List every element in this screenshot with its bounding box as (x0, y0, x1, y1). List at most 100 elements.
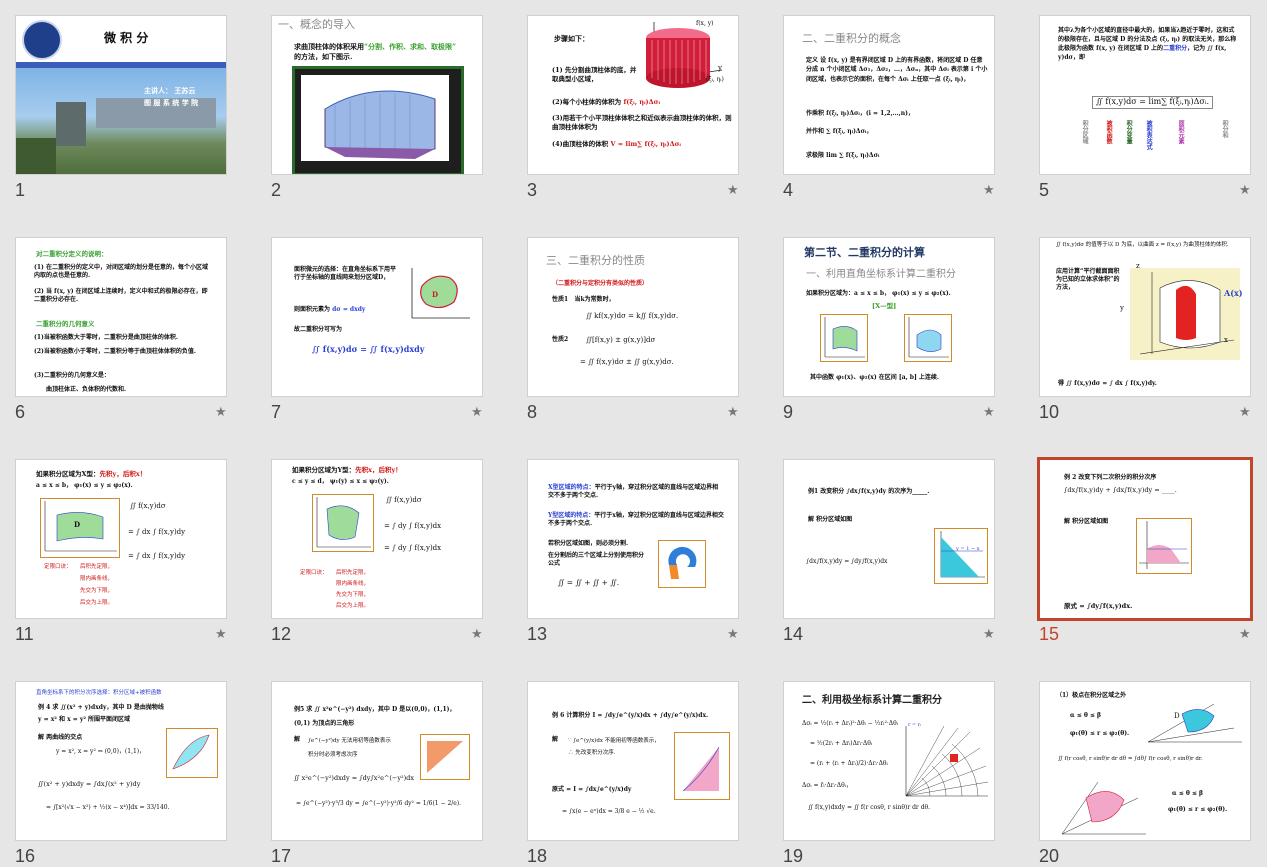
slide-number-4: 4 (783, 180, 794, 200)
slide-thumbnail-1[interactable]: 微 积 分 主讲人： 王苏云 图 服 系 统 学 院 (15, 15, 227, 175)
animation-star-icon[interactable]: ★ (471, 627, 483, 642)
animation-star-icon[interactable]: ★ (215, 627, 227, 642)
formula-2: = ∫e^(−y²)·y³/3 dy = ∫e^(−y²)·y²/6 dy² =… (296, 800, 462, 807)
note-1: (1) 在二重积分的定义中，对闭区域的划分是任意的，每个小区域内取的点也是任意的… (34, 264, 208, 280)
slide-thumbnail-17[interactable]: 例5 求 ∬ x²e^(−y²) dxdy，其中 D 是以(0,0)，(1,1)… (271, 681, 483, 841)
slide-thumbnail-12[interactable]: 如果积分区域为Y型：先积x，后积y！ c ≤ y ≤ d， ψ₁(y) ≤ x … (271, 459, 483, 619)
range-1: α ≤ θ ≤ β (1070, 712, 1102, 719)
method-text: 应用计算“平行截面面积为已知的立体求体积”的方法， (1056, 268, 1120, 292)
range-3: α ≤ θ ≤ β (1172, 790, 1204, 797)
note-2: ∴ 先改变积分次序. (568, 750, 616, 756)
surface-figure (292, 66, 464, 174)
tip-3: 先交为下限， (336, 592, 370, 598)
animation-star-icon[interactable]: ★ (1239, 627, 1251, 642)
property-2-result: = ∬ f(x,y)dσ ± ∬ g(x,y)dσ. (580, 358, 674, 366)
body-text: 其中λ为各个小区域的直径中最大的，如果当λ趋近于零时，这和式的极限存在，且与区域… (1058, 27, 1237, 61)
type-heading: 如果积分区域为X型：先积y，后积x！ (36, 470, 147, 478)
solution-text: 解 (294, 736, 301, 743)
x-type-tag: [X—型] (872, 302, 897, 310)
slide-thumbnail-6[interactable]: 对二重积分定义的说明： (1) 在二重积分的定义中，对闭区域的划分是任意的，每个… (15, 237, 227, 397)
steps-heading: 步骤如下： (554, 34, 589, 43)
slide-thumbnail-10[interactable]: ∬ f(x,y)dσ 的值等于以 D 为底，以曲面 z = f(x,y) 为曲顶… (1039, 237, 1251, 397)
slide-number-12: 12 (271, 624, 292, 644)
slide-number-9: 9 (783, 402, 794, 422)
property-1-formula: ∬ kf(x,y)dσ = k∬ f(x,y)dσ. (586, 312, 679, 320)
solution-text: 解 积分区域如图 (1064, 518, 1109, 525)
animation-star-icon[interactable]: ★ (727, 405, 739, 420)
formula-3: = (rᵢ + (rᵢ + Δrᵢ)/2)·Δrᵢ·Δθᵢ (810, 760, 888, 767)
volume-text: ∬ f(x,y)dσ 的值等于以 D 为底，以曲面 z = f(x,y) 为曲顶… (1056, 242, 1229, 248)
line-label: y = 1 − x (956, 546, 980, 552)
region-figure-1 (1147, 703, 1242, 743)
slide-thumbnail-4[interactable]: 二、二重积分的概念 定义 设 f(x, y) 是有界闭区域 D 上的有界函数，将… (783, 15, 995, 175)
animation-star-icon[interactable]: ★ (983, 405, 995, 420)
region-figure (166, 728, 218, 778)
note-2: (2) 当 f(x, y) 在闭区域上连续时，定义中和式的极限必存在，即二重积分… (34, 288, 208, 304)
slide-subheading: 一、利用直角坐标系计算二重积分 (806, 269, 956, 280)
slide-thumbnail-8[interactable]: 三、二重积分的性质 （二重积分与定积分有类似的性质） 性质1 当k为常数时， ∬… (527, 237, 739, 397)
example-text: 例 6 计算积分 I = ∫dy∫e^(y/x)dx + ∫dy∫e^(y/x)… (552, 712, 709, 719)
animation-star-icon[interactable]: ★ (983, 627, 995, 642)
slide-thumbnail-5[interactable]: 其中λ为各个小区域的直径中最大的，如果当λ趋近于零时，这和式的极限存在，且与区域… (1039, 15, 1251, 175)
slide-thumbnail-13[interactable]: X型区域的特点：平行于y轴，穿过积分区域的直线与区域边界相交不多于两个交点. Y… (527, 459, 739, 619)
slide-thumbnail-7[interactable]: 面积微元的选择：在直角坐标系下用平行于坐标轴的直线网来划分区域D， 则面积元素为… (271, 237, 483, 397)
slide-number-14: 14 (783, 624, 804, 644)
region-label-D: D (74, 520, 81, 529)
slide-number-7: 7 (271, 402, 282, 422)
body-text-1: 面积微元的选择：在直角坐标系下用平行于坐标轴的直线网来划分区域D， (294, 266, 397, 282)
example-formula: ∫dx∫f(x,y)dy + ∫dx∫f(x,y)dy = ____. (1064, 486, 1177, 494)
slide-thumbnail-18[interactable]: 例 6 计算积分 I = ∫dy∫e^(y/x)dx + ∫dy∫e^(y/x)… (527, 681, 739, 841)
formula-5: ∬ f(x,y)dxdy = ∬ f(r cosθ, r sinθ)r dr d… (808, 804, 931, 811)
animation-star-icon[interactable]: ★ (471, 405, 483, 420)
animation-star-icon[interactable]: ★ (1239, 405, 1251, 420)
slide-thumbnail-9[interactable]: 第二节、二重积分的计算 一、利用直角坐标系计算二重积分 如果积分区域为：a ≤ … (783, 237, 995, 397)
slide-heading: 三、二重积分的性质 (546, 255, 645, 267)
formula-1: ∬ f(r cosθ, r sinθ)r dr dθ = ∫dθ∫ f(r co… (1058, 756, 1203, 762)
limit-text: 求极限 lim ∑ f(ξᵢ, ηᵢ)Δσᵢ (806, 152, 880, 159)
region-figure (312, 494, 374, 552)
slide-thumbnail-14[interactable]: 例1 改变积分 ∫dx∫f(x,y)dy 的次序为_____. 解 积分区域如图… (783, 459, 995, 619)
animation-star-icon[interactable]: ★ (727, 627, 739, 642)
animation-star-icon[interactable]: ★ (983, 183, 995, 198)
slide-number-20: 20 (1039, 846, 1060, 866)
body-text-2: 则面积元素为 dσ = dxdy (294, 306, 366, 313)
slide-title: 微 积 分 (104, 31, 149, 45)
note-1: ∵ ∫e^(y/x)dx 不能用初等函数表示， (568, 738, 660, 744)
region-figure (420, 734, 470, 780)
formula-3: = ∫ dx ∫ f(x,y)dy (128, 552, 186, 560)
tip-2: 限内画条线， (80, 576, 114, 582)
slide-thumbnail-2[interactable]: 一、概念的导入 求曲顶柱体的体积采用“分割、作积、求和、取极限” 的方法，如下图… (271, 15, 483, 175)
solution-text: 解 两曲线的交点 (38, 734, 83, 741)
axis-label-y: y (718, 64, 722, 72)
example-text: 例 2 改变下列二次积分的积分次序 (1064, 474, 1157, 481)
product-text: 作乘积 f(ξᵢ, ηᵢ)Δσᵢ，(i = 1,2,…,n)， (806, 110, 914, 117)
slide-thumbnail-20[interactable]: （1）极点在积分区域之外 α ≤ θ ≤ β φ₁(θ) ≤ r ≤ φ₂(θ)… (1039, 681, 1251, 841)
step-1: (1) 先分割曲顶柱体的底，并取典型小区域， (552, 66, 637, 83)
example-text: 例1 改变积分 ∫dx∫f(x,y)dy 的次序为_____. (808, 488, 930, 495)
slide-thumbnail-15[interactable]: 例 2 改变下列二次积分的积分次序 ∫dx∫f(x,y)dy + ∫dx∫f(x… (1037, 457, 1253, 621)
slide-number-13: 13 (527, 624, 548, 644)
tip-1: 后积先定限， (336, 570, 370, 576)
tip-3: 先交为下限， (80, 588, 114, 594)
animation-star-icon[interactable]: ★ (727, 183, 739, 198)
slide-thumbnail-11[interactable]: 如果积分区域为X型：先积y，后积x！ a ≤ x ≤ b， φ₁(x) ≤ y … (15, 459, 227, 619)
slide-thumbnail-3[interactable]: 步骤如下： (1) 先分割曲顶柱体的底，并取典型小区域， (2)每个小柱体的体积… (527, 15, 739, 175)
geometry-1: (1)当被积函数大于零时，二重积分是曲顶柱体的体积. (34, 334, 178, 341)
sum-text: 并作和 ∑ f(ξᵢ, ηᵢ)Δσᵢ， (806, 128, 873, 135)
slide-heading: 一、概念的导入 (278, 19, 355, 31)
point-label: (ξᵢ, ηᵢ) (706, 76, 724, 83)
case-heading: （1）极点在积分区域之外 (1056, 692, 1127, 699)
continuity-text: 其中函数 φ₁(x)、φ₂(x) 在区间 [a, b] 上连续. (810, 374, 940, 381)
variable-label: 积分变量 (1125, 120, 1133, 144)
formula-1: ∬ f(x,y)dσ (386, 496, 422, 504)
range-4: φ₁(θ) ≤ r ≤ φ₂(θ). (1168, 806, 1228, 813)
animation-star-icon[interactable]: ★ (1239, 183, 1251, 198)
slide-thumbnail-19[interactable]: 二、利用极坐标系计算二重积分 Δσᵢ = ½(rᵢ + Δrᵢ)²·Δθᵢ − … (783, 681, 995, 841)
slide-thumbnail-16[interactable]: 直角坐标系下的积分次序选择：积分区域+被积函数 例 4 求 ∬(x² + y)d… (15, 681, 227, 841)
region-text: 如果积分区域为：a ≤ x ≤ b， φ₁(x) ≤ y ≤ φ₂(x). (806, 290, 951, 297)
geometry-2: (2)当被积函数小于零时，二重积分等于曲顶柱体体积的负值. (34, 348, 196, 355)
axis-label-fxy: f(x, y) (696, 20, 714, 27)
formula-4: Δσᵢ = r̄ᵢ·Δrᵢ·Δθᵢ， (802, 782, 852, 789)
y-axis-label: y (1120, 304, 1124, 312)
animation-star-icon[interactable]: ★ (215, 405, 227, 420)
